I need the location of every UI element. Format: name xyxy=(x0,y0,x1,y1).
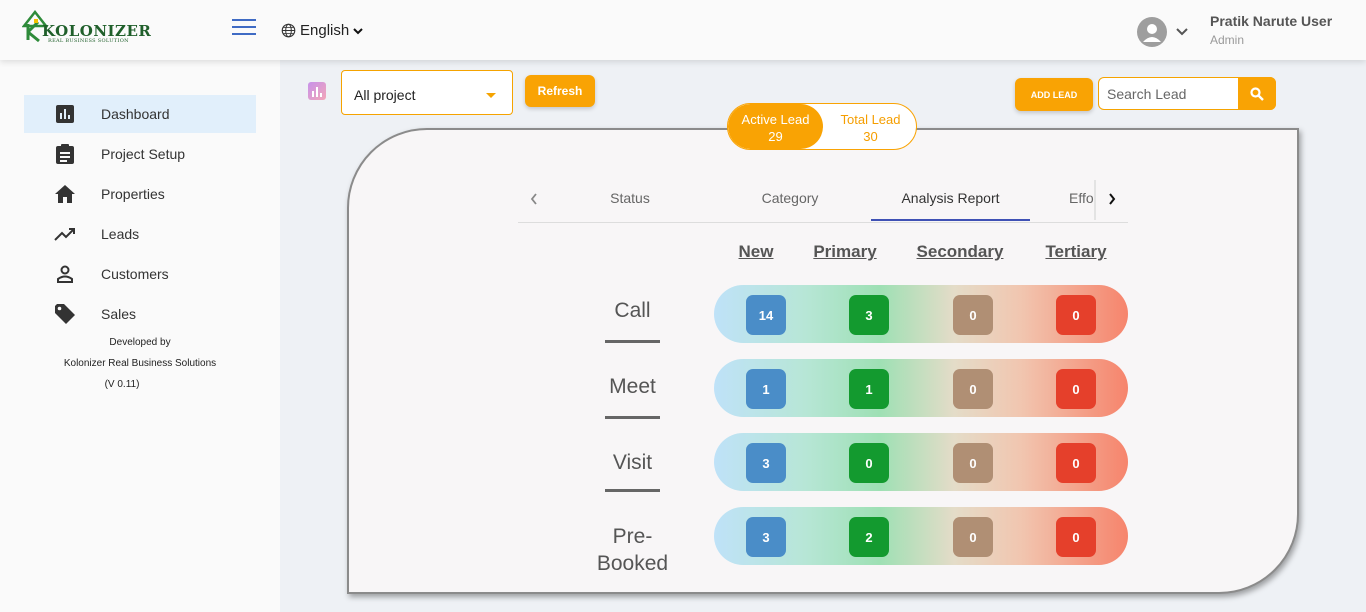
clipboard-icon xyxy=(54,143,76,165)
count-badge-new[interactable]: 3 xyxy=(746,517,786,557)
tab-category[interactable]: Category xyxy=(750,190,830,206)
top-header: KOLONIZER REAL BUSINESS SOLUTION English… xyxy=(0,0,1366,60)
count-badge-primary[interactable]: 3 xyxy=(849,295,889,335)
count-badge-secondary[interactable]: 0 xyxy=(953,295,993,335)
version-label: (V 0.11) xyxy=(104,379,140,390)
search-icon xyxy=(1250,86,1264,101)
sidebar-item-label: Properties xyxy=(101,186,165,202)
total-lead-count: 30 xyxy=(863,129,878,144)
chevron-down-icon xyxy=(353,27,363,34)
tab-scroll-left-button[interactable] xyxy=(519,188,549,210)
row-label-call: Call xyxy=(614,299,651,322)
user-role: Admin xyxy=(1210,33,1245,47)
avatar[interactable] xyxy=(1137,17,1167,47)
count-badge-new[interactable]: 14 xyxy=(746,295,786,335)
count-badge-new[interactable]: 1 xyxy=(746,369,786,409)
sidebar-item-dashboard[interactable]: Dashboard xyxy=(24,95,256,133)
column-header-primary[interactable]: Primary xyxy=(806,242,884,262)
count-badge-secondary[interactable]: 0 xyxy=(953,443,993,483)
count-badge-tertiary[interactable]: 0 xyxy=(1056,517,1096,557)
count-badge-secondary[interactable]: 0 xyxy=(953,517,993,557)
tab-status[interactable]: Status xyxy=(590,190,670,206)
sidebar-item-customers[interactable]: Customers xyxy=(24,255,256,293)
developed-by-label: Developed by xyxy=(109,337,171,348)
sidebar-item-project-setup[interactable]: Project Setup xyxy=(24,135,256,173)
row-label-meet: Meet xyxy=(609,375,656,398)
developer-name: Kolonizer Real Business Solutions xyxy=(63,358,217,369)
add-lead-button[interactable]: ADD LEAD xyxy=(1015,78,1093,111)
globe-icon xyxy=(281,23,296,38)
user-name: Pratik Narute User xyxy=(1210,13,1333,29)
total-lead-toggle[interactable]: Total Lead 30 xyxy=(823,104,916,149)
count-badge-tertiary[interactable]: 0 xyxy=(1056,369,1096,409)
caret-down-icon xyxy=(486,93,496,98)
sidebar-item-leads[interactable]: Leads xyxy=(24,215,256,253)
column-header-new[interactable]: New xyxy=(730,242,782,262)
tab-indicator xyxy=(871,219,1030,221)
search-input[interactable] xyxy=(1107,84,1235,104)
count-badge-primary[interactable]: 2 xyxy=(849,517,889,557)
menu-toggle-button[interactable] xyxy=(232,19,256,35)
row-underline xyxy=(605,416,660,419)
sidebar-item-label: Sales xyxy=(101,306,137,322)
sidebar-item-label: Dashboard xyxy=(101,106,170,122)
count-badge-new[interactable]: 3 xyxy=(746,443,786,483)
sidebar-item-label: Leads xyxy=(101,226,140,242)
count-badge-primary[interactable]: 0 xyxy=(849,443,889,483)
active-lead-count: 29 xyxy=(768,129,783,144)
chart-view-icon[interactable] xyxy=(308,82,326,100)
tab-scroll-right-button[interactable] xyxy=(1097,188,1127,210)
bar-chart-icon xyxy=(54,103,76,125)
count-badge-tertiary[interactable]: 0 xyxy=(1056,295,1096,335)
project-select[interactable]: All project xyxy=(341,70,513,115)
project-select-value: All project xyxy=(354,87,416,103)
search-lead-box xyxy=(1098,77,1276,110)
count-badge-tertiary[interactable]: 0 xyxy=(1056,443,1096,483)
tab-analysis-report[interactable]: Analysis Report xyxy=(871,190,1030,206)
active-lead-toggle[interactable]: Active Lead 29 xyxy=(728,104,823,149)
total-lead-label: Total Lead xyxy=(840,112,901,127)
search-button[interactable] xyxy=(1238,77,1276,110)
language-label: English xyxy=(300,22,350,39)
tab-effort[interactable]: Effo xyxy=(1069,190,1095,206)
logo[interactable]: KOLONIZER REAL BUSINESS SOLUTION xyxy=(22,10,151,46)
column-header-tertiary[interactable]: Tertiary xyxy=(1038,242,1114,262)
tag-icon xyxy=(54,303,76,325)
refresh-button[interactable]: Refresh xyxy=(525,75,595,107)
row-label-pre-booked: Pre- Booked xyxy=(596,525,669,575)
lead-toggle: Active Lead 29 Total Lead 30 xyxy=(727,103,917,150)
row-underline xyxy=(605,489,660,492)
tab-divider xyxy=(1094,180,1096,220)
chevron-left-icon xyxy=(530,193,537,205)
count-badge-secondary[interactable]: 0 xyxy=(953,369,993,409)
person-icon xyxy=(54,263,76,285)
chevron-right-icon xyxy=(1109,193,1116,205)
column-header-secondary[interactable]: Secondary xyxy=(910,242,1010,262)
row-label-visit: Visit xyxy=(612,451,653,474)
row-underline xyxy=(605,340,660,343)
sidebar-item-label: Customers xyxy=(101,266,169,282)
user-menu-chevron-icon[interactable] xyxy=(1175,24,1189,42)
count-badge-primary[interactable]: 1 xyxy=(849,369,889,409)
logo-subtitle: REAL BUSINESS SOLUTION xyxy=(48,38,129,44)
sidebar-item-properties[interactable]: Properties xyxy=(24,175,256,213)
home-icon xyxy=(54,183,76,205)
sidebar-item-label: Project Setup xyxy=(101,146,186,162)
sidebar-item-sales[interactable]: Sales xyxy=(24,295,256,333)
language-selector[interactable]: English xyxy=(281,22,363,39)
active-lead-label: Active Lead xyxy=(741,112,810,127)
person-icon xyxy=(1143,24,1161,42)
trending-up-icon xyxy=(54,223,76,245)
